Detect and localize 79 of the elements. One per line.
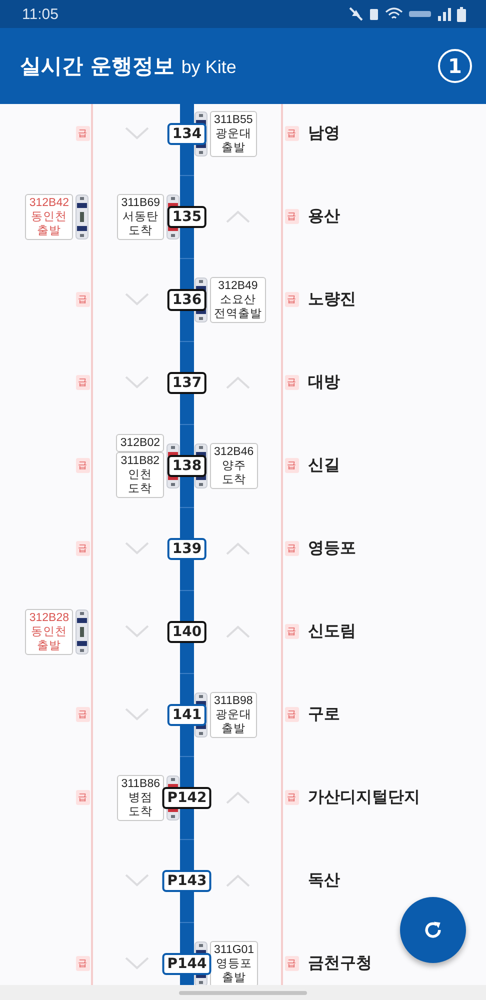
wifi-icon xyxy=(385,7,403,21)
chevron-down-icon xyxy=(124,874,148,887)
station-number[interactable]: 138 xyxy=(167,455,207,477)
battery-icon xyxy=(457,6,466,22)
station-name[interactable]: 노량진 xyxy=(300,289,486,310)
express-badge: 급 xyxy=(76,790,90,805)
train-label[interactable]: 312B49 소요산 전역출발 xyxy=(210,276,266,322)
refresh-icon xyxy=(422,919,444,941)
station-name[interactable]: 가산디지털단지 xyxy=(300,787,486,808)
station-number[interactable]: 134 xyxy=(167,123,207,145)
chevron-down-icon xyxy=(124,127,148,140)
chevron-up-icon xyxy=(226,874,250,887)
train-label[interactable]: 312B46 양주 도착 xyxy=(210,442,258,488)
mute-icon xyxy=(349,7,363,21)
express-badge: 급 xyxy=(284,956,298,971)
chevron-down-icon xyxy=(124,708,148,721)
train-label[interactable]: 311B82 인천 도착 xyxy=(116,452,164,498)
chevron-down-icon xyxy=(124,293,148,306)
chevron-up-icon xyxy=(226,210,250,223)
train-icon xyxy=(75,194,89,240)
home-handle[interactable] xyxy=(179,990,307,994)
train-label[interactable]: 311B55 광운대 출발 xyxy=(210,110,257,156)
station-number[interactable]: 135 xyxy=(167,206,207,228)
express-badge: 급 xyxy=(284,790,298,805)
train-label[interactable]: 311B86 병점 도착 xyxy=(117,774,164,820)
station-number[interactable]: P144 xyxy=(162,953,212,975)
express-badge: 급 xyxy=(76,458,90,473)
train-label[interactable]: 312B42 동인천 출발 xyxy=(25,194,73,240)
chevron-down-icon xyxy=(124,542,148,555)
signal-icon xyxy=(437,7,451,21)
station-name[interactable]: 남영 xyxy=(300,123,486,144)
express-badge: 급 xyxy=(284,126,298,141)
app-title: 실시간 운행정보 xyxy=(20,53,174,80)
express-badge: 급 xyxy=(76,292,90,307)
station-name[interactable]: 대방 xyxy=(300,372,486,393)
station-number[interactable]: P143 xyxy=(162,870,212,892)
chevron-down-icon xyxy=(124,376,148,389)
train-label[interactable]: 311G01 영등포 출발 xyxy=(210,940,258,985)
express-badge: 급 xyxy=(284,624,298,639)
express-badge: 급 xyxy=(284,707,298,722)
station-number[interactable]: 140 xyxy=(167,621,207,643)
status-time: 11:05 xyxy=(22,6,58,22)
station-number[interactable]: 137 xyxy=(167,372,207,394)
station-number[interactable]: 141 xyxy=(167,704,207,726)
station-number[interactable]: 136 xyxy=(167,289,207,311)
station-name[interactable]: 독산 xyxy=(300,870,486,891)
express-badge: 급 xyxy=(76,126,90,141)
station-name[interactable]: 구로 xyxy=(300,704,486,725)
express-badge: 급 xyxy=(284,541,298,556)
express-badge: 급 xyxy=(284,292,298,307)
chevron-up-icon xyxy=(226,791,250,804)
chevron-down-icon xyxy=(124,625,148,638)
express-badge: 급 xyxy=(76,956,90,971)
station-number[interactable]: P142 xyxy=(162,787,212,809)
train-label[interactable]: 311B69 서동탄 도착 xyxy=(117,194,164,240)
station-name[interactable]: 영등포 xyxy=(300,538,486,559)
chevron-up-icon xyxy=(226,542,250,555)
express-badge: 급 xyxy=(284,375,298,390)
chevron-up-icon xyxy=(226,625,250,638)
express-badge: 급 xyxy=(284,458,298,473)
train-label[interactable]: 312B28 동인천 출발 xyxy=(25,608,73,654)
train-icon xyxy=(75,608,89,654)
station-name[interactable]: 용산 xyxy=(300,206,486,227)
station-name[interactable]: 신도림 xyxy=(300,621,486,642)
refresh-button[interactable] xyxy=(400,897,466,963)
station-name[interactable]: 금천구청 xyxy=(300,953,486,974)
express-badge: 급 xyxy=(76,707,90,722)
train-label[interactable]: 312B02 xyxy=(116,434,164,452)
battery-saver-icon xyxy=(369,7,379,21)
express-badge: 급 xyxy=(76,375,90,390)
station-number[interactable]: 139 xyxy=(167,538,207,560)
chevron-down-icon xyxy=(124,957,148,970)
count-badge[interactable]: 1 xyxy=(438,49,472,83)
express-badge: 급 xyxy=(284,209,298,224)
express-badge: 급 xyxy=(76,541,90,556)
chevron-up-icon xyxy=(226,376,250,389)
station-name[interactable]: 신길 xyxy=(300,455,486,476)
app-subtitle: by Kite xyxy=(181,57,236,78)
train-label[interactable]: 311B98 광운대 출발 xyxy=(210,692,257,738)
